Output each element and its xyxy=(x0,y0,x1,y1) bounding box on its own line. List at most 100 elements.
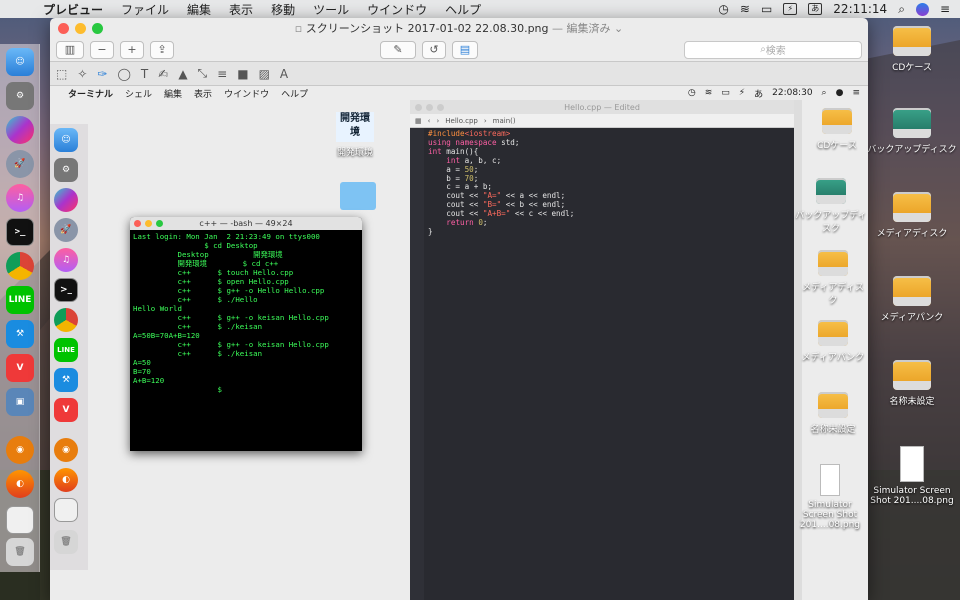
share-button[interactable]: ⇪ xyxy=(150,40,174,59)
terminal-icon[interactable]: >_ xyxy=(6,218,34,246)
itunes-icon[interactable]: ♫ xyxy=(6,184,34,212)
inner-menu-shell: シェル xyxy=(125,89,153,100)
screenshot-icon[interactable] xyxy=(6,506,34,534)
sign-icon[interactable]: ✍ xyxy=(158,67,168,81)
menu-window[interactable]: ウインドウ xyxy=(358,1,436,18)
vivaldi-icon[interactable]: V xyxy=(6,354,34,382)
inner-line-icon: LINE xyxy=(54,338,78,362)
desktop-icon-media-punk[interactable]: メディアパンク xyxy=(870,276,954,323)
notification-center-icon[interactable]: ≡ xyxy=(940,2,950,16)
inner-menu-app: ターミナル xyxy=(68,89,114,100)
system-preferences-icon[interactable]: ⚙ xyxy=(6,82,34,110)
font-icon[interactable]: A xyxy=(280,67,288,81)
border-color-icon[interactable]: ■ xyxy=(237,67,248,81)
desktop-icon-simulator-png[interactable]: Simulator Screen Shot 201....08.png xyxy=(868,446,956,506)
desktop-icon-media-disk[interactable]: メディアディスク xyxy=(870,192,954,239)
time-machine-icon[interactable]: ◷ xyxy=(718,2,728,16)
inner-terminal-icon: >_ xyxy=(54,278,78,302)
search-field[interactable]: ⌕ 検索 xyxy=(684,40,862,59)
siri-icon[interactable] xyxy=(915,2,929,16)
inner-icon-untitled: 名称未設定 xyxy=(798,392,868,435)
menu-edit[interactable]: 編集 xyxy=(178,1,220,18)
finder-icon[interactable]: ☺ xyxy=(6,48,34,76)
terminal-window: c++ — -bash — 49×24 Last login: Mon Jan … xyxy=(130,217,362,451)
wifi-icon[interactable]: ≋ xyxy=(740,2,750,16)
pen-button[interactable]: ✎ xyxy=(380,40,416,59)
zoom-out-button[interactable]: − xyxy=(90,40,114,59)
inner-menu-view: 表示 xyxy=(194,89,213,100)
markup-toolbox-button[interactable]: ▤ xyxy=(452,40,478,59)
inner-firefox-icon: ◐ xyxy=(54,468,78,492)
airplay-icon[interactable]: ▭ xyxy=(761,2,772,16)
zoom-in-button[interactable]: + xyxy=(120,40,144,59)
adjust-color-icon[interactable]: ▲ xyxy=(178,67,187,81)
desktop-icon-untitled[interactable]: 名称未設定 xyxy=(870,360,954,407)
trash-icon[interactable]: 🗑 xyxy=(6,538,34,566)
inner-xcode-icon: ⚒ xyxy=(54,368,78,392)
inner-system-preferences-icon: ⚙ xyxy=(54,158,78,182)
menubar: プレビュー ファイル 編集 表示 移動 ツール ウインドウ ヘルプ ◷ ≋ ▭ … xyxy=(0,0,960,18)
desktop-icon-cd[interactable]: CDケース xyxy=(870,26,954,73)
jump-file: Hello.cpp xyxy=(445,116,478,125)
instant-alpha-icon[interactable]: ✧ xyxy=(77,67,87,81)
chevron-right-icon: › xyxy=(483,116,487,125)
inner-trash-icon: 🗑 xyxy=(54,530,78,554)
spotlight-icon[interactable]: ⌕ xyxy=(898,2,905,17)
inner-screenshot-icon xyxy=(54,498,78,522)
inner-siri-dock-icon xyxy=(54,188,78,212)
related-items-icon: ▦ xyxy=(415,116,422,125)
fill-color-icon[interactable]: ▨ xyxy=(259,67,270,81)
menu-go[interactable]: 移動 xyxy=(262,1,304,18)
siri-icon[interactable] xyxy=(6,116,34,144)
preview-title[interactable]: スクリーンショット 2017-01-02 22.08.30.png xyxy=(306,22,549,35)
terminal-titlebar: c++ — -bash — 49×24 xyxy=(130,217,362,230)
menu-tools[interactable]: ツール xyxy=(304,1,358,18)
menu-help[interactable]: ヘルプ xyxy=(436,1,490,18)
shapes-icon[interactable]: ◯ xyxy=(117,67,130,81)
battery-icon[interactable]: ⚡ xyxy=(783,3,798,15)
inner-vivaldi-icon: V xyxy=(54,398,78,422)
inner-icon-backup: バックアップディスク xyxy=(794,178,868,234)
preview-titlebar: ▫ スクリーンショット 2017-01-02 22.08.30.png — 編集… xyxy=(50,18,868,38)
preview-toolbar: ▥ − + ⇪ ✎ ↺ ▤ ⌕ 検索 xyxy=(50,38,868,62)
launchpad-icon[interactable]: 🚀 xyxy=(6,150,34,178)
xcode-icon[interactable]: ⚒ xyxy=(6,320,34,348)
inner-blender-icon: ◉ xyxy=(54,438,78,462)
inner-notification-icon: ≡ xyxy=(852,88,860,98)
back-icon: ‹ xyxy=(427,116,431,125)
forward-icon: › xyxy=(436,116,440,125)
preview-window: ▫ スクリーンショット 2017-01-02 22.08.30.png — 編集… xyxy=(50,18,868,600)
terminal-title: c++ — -bash — 49×24 xyxy=(199,219,293,228)
preview-icon[interactable]: ▣ xyxy=(6,388,34,416)
document-icon: ▫ xyxy=(294,22,306,35)
inner-chrome-icon xyxy=(54,308,78,332)
markup-toolbar: ⬚ ✧ ✑ ◯ T ✍ ▲ ⤡ ≡ ■ ▨ A xyxy=(50,62,868,86)
selection-tool-icon[interactable]: ⬚ xyxy=(56,67,67,81)
dock: ☺ ⚙ 🚀 ♫ >_ LINE ⚒ V ▣ ◉ ◐ 🗑 xyxy=(0,44,40,572)
jump-function: main() xyxy=(492,116,516,125)
desktop-icon-backup[interactable]: バックアップディスク xyxy=(866,108,958,155)
menu-app[interactable]: プレビュー xyxy=(34,1,112,18)
inner-icon-media-punk: メディアパンク xyxy=(798,320,868,363)
menu-view[interactable]: 表示 xyxy=(220,1,262,18)
line-icon[interactable]: LINE xyxy=(6,286,34,314)
crop-icon[interactable]: ⤡ xyxy=(198,66,208,81)
clock[interactable]: 22:11:14 xyxy=(833,2,887,16)
text-icon[interactable]: T xyxy=(141,67,148,81)
firefox-icon[interactable]: ◐ xyxy=(6,470,34,498)
menu-file[interactable]: ファイル xyxy=(112,1,178,18)
inner-wifi-icon: ≋ xyxy=(704,88,713,98)
inner-itunes-icon: ♫ xyxy=(54,248,78,272)
ime-icon[interactable]: あ xyxy=(808,3,823,15)
chrome-icon[interactable] xyxy=(6,252,34,280)
inner-menu-edit: 編集 xyxy=(164,89,183,100)
sidebar-button[interactable]: ▥ xyxy=(56,40,84,59)
inner-menu-help: ヘルプ xyxy=(281,89,309,100)
line-style-icon[interactable]: ≡ xyxy=(217,67,227,81)
preview-edited[interactable]: — 編集済み ⌄ xyxy=(552,22,623,35)
sketch-icon[interactable]: ✑ xyxy=(97,67,107,81)
blender-icon[interactable]: ◉ xyxy=(6,436,34,464)
terminal-output: Last login: Mon Jan 2 21:23:49 on ttys00… xyxy=(133,232,329,394)
inner-icon-media-disk: メディアディスク xyxy=(798,250,868,306)
rotate-button[interactable]: ↺ xyxy=(422,40,446,59)
